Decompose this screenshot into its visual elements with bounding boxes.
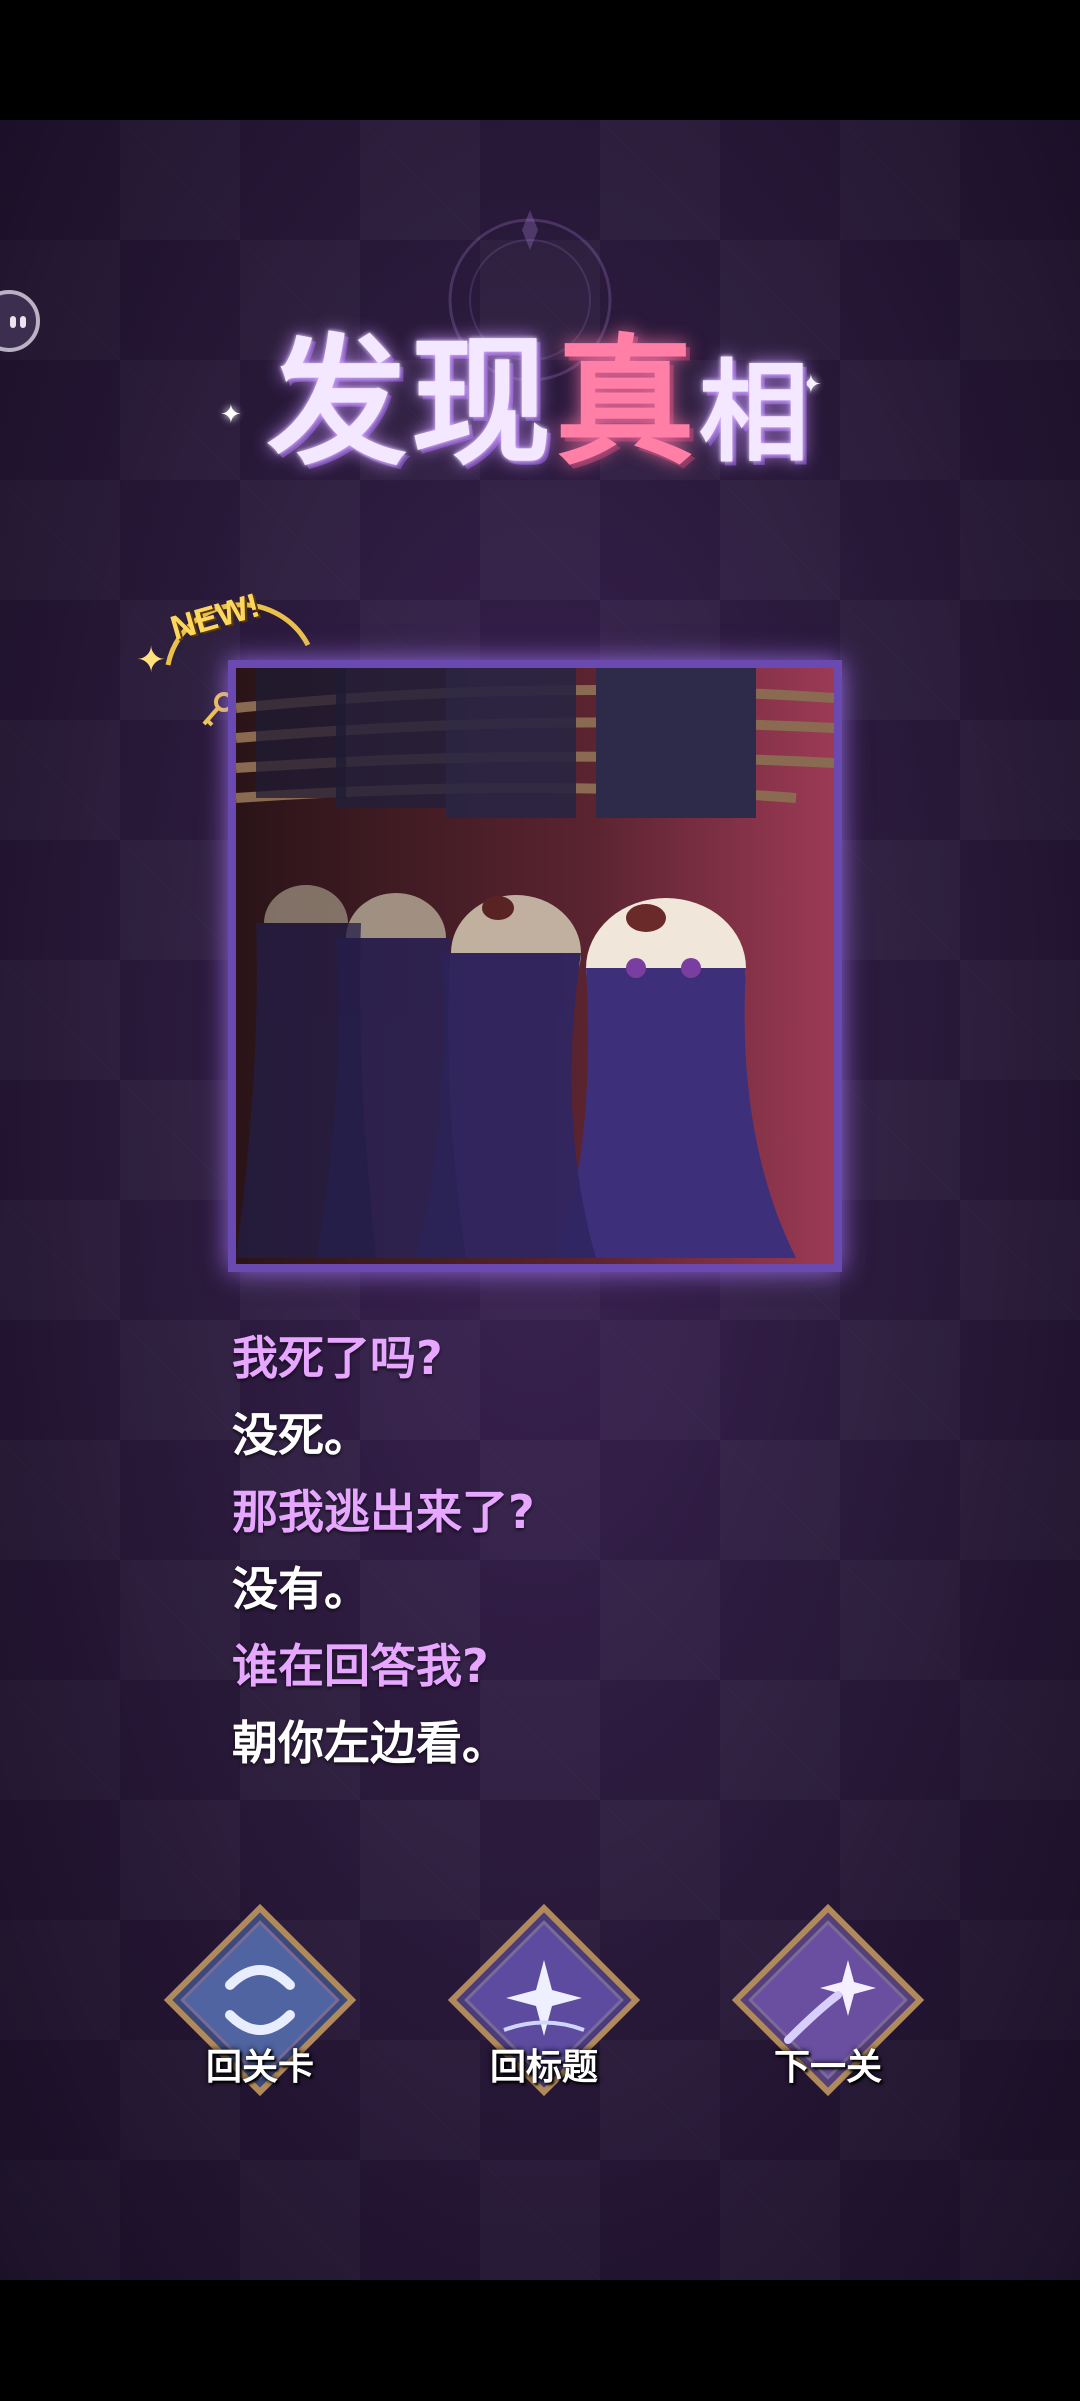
dialogue-line-question: 我死了吗? [232,1331,443,1385]
back-to-level-button[interactable]: 回关卡 [150,1890,370,2110]
page-title: 发现真相 [0,290,1080,492]
dialogue-line-answer: 没死。 [232,1408,370,1462]
dialogue-list: 我死了吗? 没死。 那我逃出来了? 没有。 谁在回答我? 朝你左边看。 [232,1320,932,1782]
back-to-title-label: 回标题 [489,2047,598,2088]
dialogue-line-question: 谁在回答我? [232,1639,489,1693]
dialogue-line-question: 那我逃出来了? [232,1485,535,1539]
screen: ✦ ✦ 发现真相 NEW! ✦ +1 [0,0,1080,2401]
title-char-3: 真 [555,321,700,485]
star-icon: ✦ [136,640,167,681]
title-char-1: 发 [266,321,411,485]
story-illustration [236,668,834,1264]
next-level-button[interactable]: 下一关 [718,1890,938,2110]
title-char-2: 现 [410,321,555,485]
back-to-title-button[interactable]: 回标题 [434,1890,654,2110]
back-to-level-label: 回关卡 [205,2047,314,2088]
next-level-label: 下一关 [773,2047,882,2088]
story-image-frame [228,660,842,1272]
dialogue-line-answer: 朝你左边看。 [232,1716,508,1770]
title-area: ✦ ✦ 发现真相 [0,170,1080,485]
dialogue-line-answer: 没有。 [232,1562,370,1616]
title-char-4: 相 [699,348,814,477]
